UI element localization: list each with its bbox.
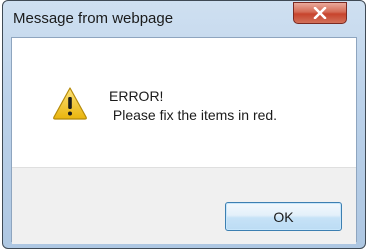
ok-button[interactable]: OK [225,202,342,231]
message-area: ERROR! Please fix the items in red. [12,38,356,167]
dialog-title: Message from webpage [13,10,174,27]
warning-icon [53,87,87,120]
error-message: Please fix the items in red. [109,107,278,123]
dialog-title-bar[interactable]: Message from webpage [3,1,365,37]
message-dialog: Message from webpage ERROR! Please fix t… [2,0,366,249]
error-heading: ERROR! [109,88,164,104]
dialog-body: ERROR! Please fix the items in red. OK [11,37,357,244]
close-icon [313,7,327,19]
button-bar: OK [12,167,356,244]
close-button[interactable] [293,2,347,24]
